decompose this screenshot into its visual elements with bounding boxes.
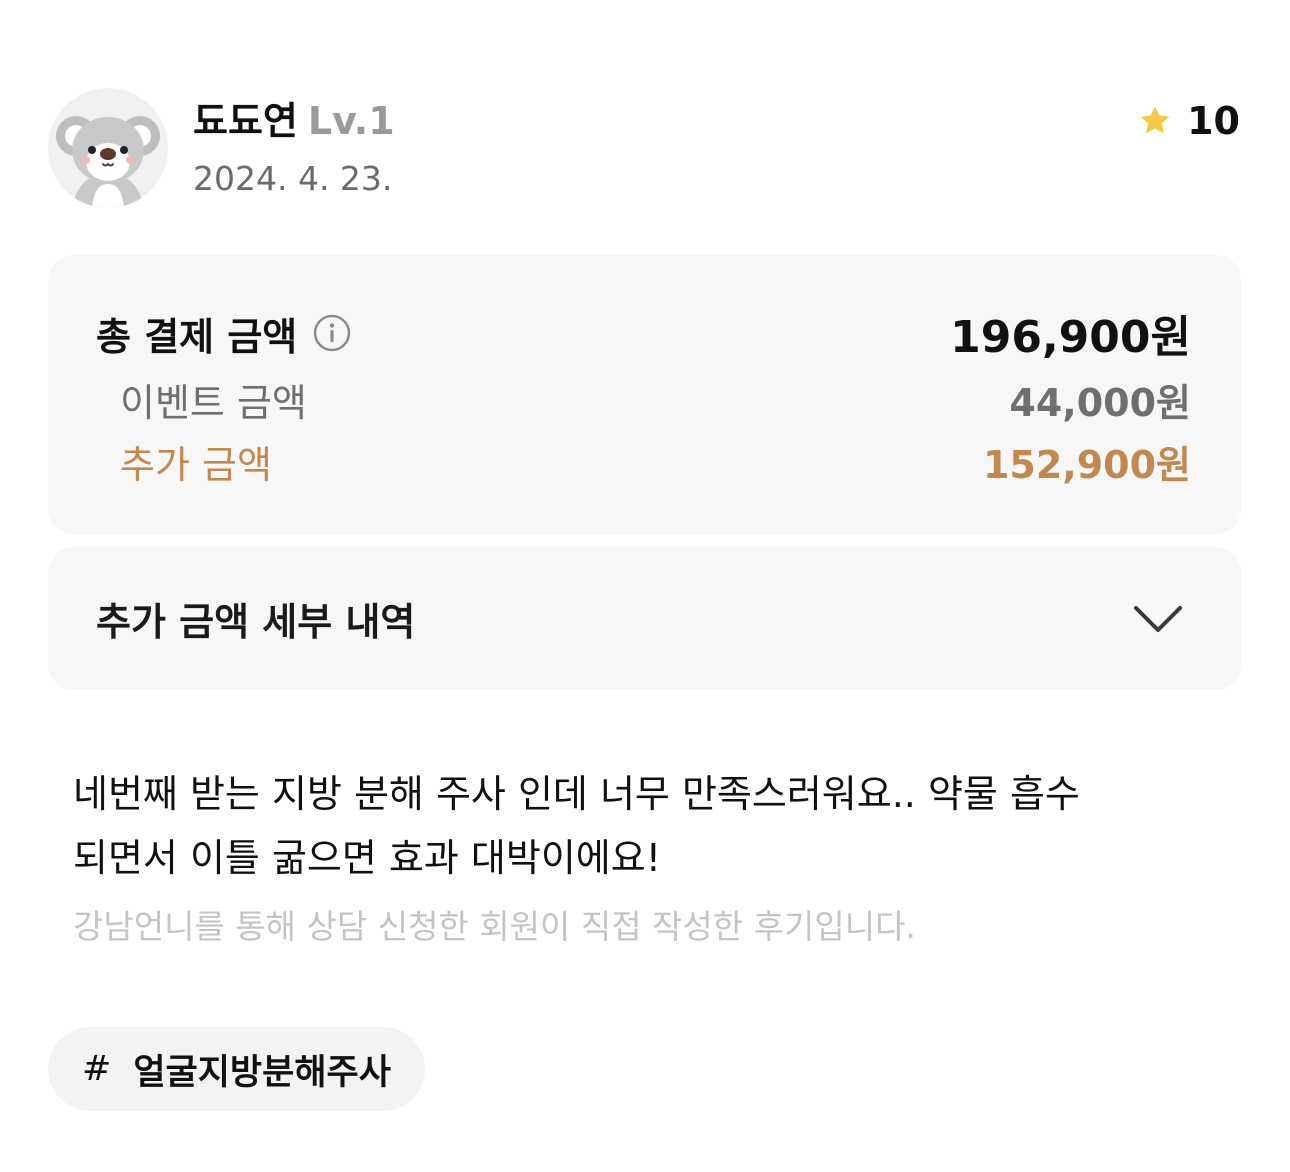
hash-symbol: #	[82, 1049, 112, 1089]
koala-avatar-icon	[48, 88, 168, 208]
hashtag-chip[interactable]: # 얼굴지방분해주사	[48, 1027, 425, 1111]
event-amount-value: 44,000원	[1009, 380, 1191, 425]
info-icon[interactable]	[313, 314, 351, 352]
extra-amount-label: 추가 금액	[120, 442, 272, 487]
user-avatar[interactable]	[48, 88, 168, 208]
review-disclaimer: 강남언니를 통해 상담 신청한 회원이 직접 작성한 후기입니다.	[73, 907, 916, 946]
total-payment-value: 196,900원	[950, 312, 1191, 363]
user-level: Lv.1	[307, 99, 395, 143]
extra-amount-row: 추가 금액 152,900원	[96, 435, 1191, 487]
chevron-down-icon[interactable]	[1133, 604, 1183, 634]
total-payment-row: 총 결제 금액 196,900원	[96, 306, 1191, 363]
review-text: 네번째 받는 지방 분해 주사 인데 너무 만족스러워요.. 약물 흡수 되면서…	[73, 762, 1193, 890]
user-name[interactable]: 됴됴연	[193, 99, 298, 143]
review-text-line: 되면서 이틀 굶으면 효과 대박이에요!	[73, 836, 661, 880]
rating: 10	[1137, 98, 1240, 144]
review-text-line: 네번째 받는 지방 분해 주사 인데 너무 만족스러워요.. 약물 흡수	[73, 772, 1080, 816]
rating-score: 10	[1187, 99, 1240, 143]
total-payment-label: 총 결제 금액	[96, 314, 298, 359]
star-icon	[1140, 106, 1170, 134]
extra-amount-details-label: 추가 금액 세부 내역	[96, 600, 416, 644]
user-name-line: 됴됴연 Lv.1	[193, 98, 395, 144]
payment-summary-card: 총 결제 금액 196,900원 이벤트 금액 44,000원 추가 금액 15…	[48, 255, 1241, 534]
event-amount-label: 이벤트 금액	[120, 380, 307, 425]
review-date: 2024. 4. 23.	[193, 159, 393, 198]
extra-amount-value: 152,900원	[982, 442, 1191, 487]
hashtag-label: 얼굴지방분해주사	[133, 1052, 391, 1093]
extra-amount-details-toggle[interactable]: 추가 금액 세부 내역	[48, 547, 1241, 690]
event-amount-row: 이벤트 금액 44,000원	[96, 373, 1191, 425]
total-payment-label-group: 총 결제 금액	[96, 306, 351, 361]
